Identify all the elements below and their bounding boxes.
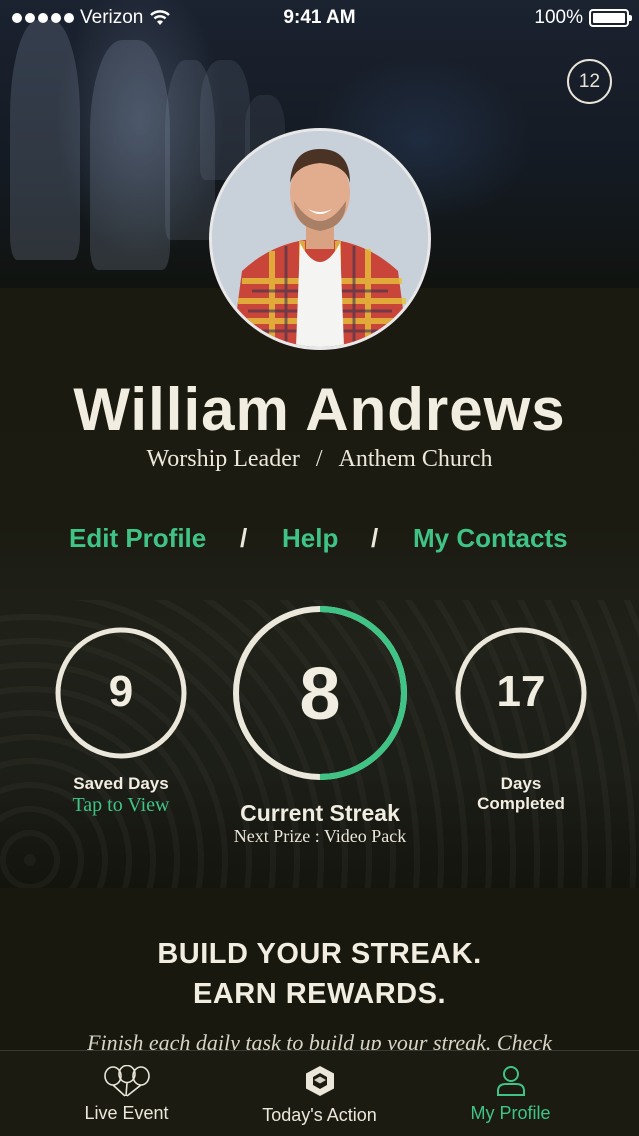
battery-percent: 100% — [534, 7, 583, 28]
avatar[interactable] — [209, 128, 431, 350]
profile-links: Edit Profile / Help / My Contacts — [0, 523, 639, 559]
tab-label-my-profile: My Profile — [470, 1103, 551, 1123]
status-bar: Verizon 9:41 AM 100% — [0, 0, 639, 36]
help-link[interactable]: Help — [282, 523, 338, 554]
promo-headline-line2: EARN REWARDS. — [192, 978, 446, 1010]
tab-bar: Live Event Today's Action My Profile — [0, 1050, 639, 1136]
promo-headline: BUILD YOUR STREAK. EARN REWARDS. — [0, 934, 639, 1014]
balloons-icon — [103, 1065, 150, 1097]
subtitle-separator: / — [315, 446, 323, 472]
days-completed-value: 17 — [496, 667, 546, 716]
avatar-portrait-image — [212, 131, 428, 347]
days-completed-label-line1: Days — [500, 774, 542, 793]
my-contacts-link[interactable]: My Contacts — [413, 523, 568, 554]
hexagon-icon — [305, 1066, 334, 1096]
promo-headline-line1: BUILD YOUR STREAK. — [157, 938, 482, 970]
days-completed-label-line2: Completed — [477, 794, 565, 813]
battery-status: 100% — [534, 7, 632, 29]
battery-icon — [589, 9, 632, 27]
saved-days-value: 9 — [108, 667, 134, 716]
tab-todays-action[interactable]: Today's Action — [213, 1051, 426, 1136]
next-prize-text: Next Prize : Video Pack — [233, 826, 407, 846]
tab-label-live-event: Live Event — [84, 1103, 169, 1123]
profile-church: Anthem Church — [338, 446, 493, 472]
notification-count-badge[interactable]: 12 — [567, 59, 612, 104]
link-separator: / — [371, 523, 379, 553]
edit-profile-link[interactable]: Edit Profile — [69, 523, 206, 554]
profile-role: Worship Leader — [146, 446, 300, 472]
profile-subtitle: Worship Leader / Anthem Church — [0, 446, 639, 473]
profile-name: William Andrews — [73, 376, 566, 443]
saved-days-label: Saved Days — [73, 774, 169, 793]
tab-my-profile[interactable]: My Profile — [404, 1051, 617, 1136]
tab-label-todays-action: Today's Action — [262, 1105, 377, 1125]
link-separator: / — [240, 523, 248, 553]
person-icon — [496, 1066, 525, 1096]
current-streak-value: 8 — [299, 652, 341, 735]
tab-live-event[interactable]: Live Event — [20, 1051, 233, 1136]
days-completed-label: Days Completed — [421, 774, 621, 814]
